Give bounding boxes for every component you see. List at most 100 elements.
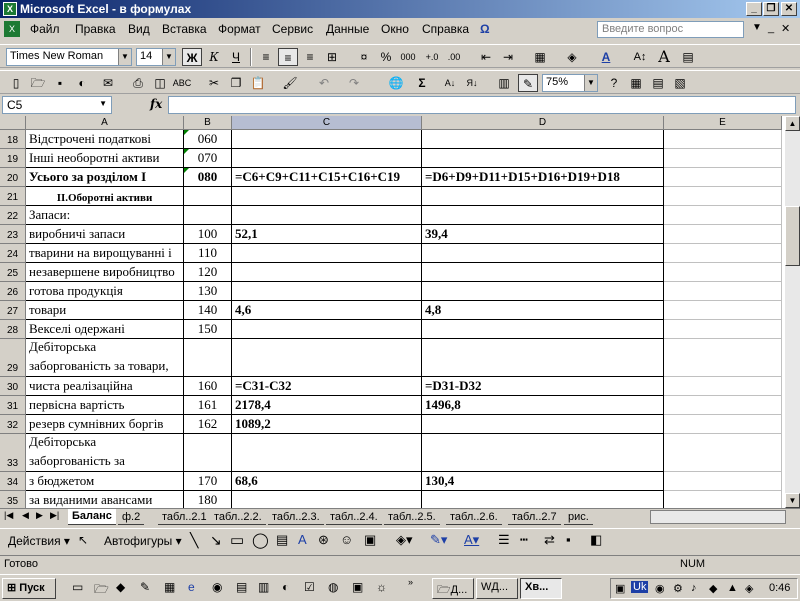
cell-e28[interactable] bbox=[664, 320, 782, 339]
font-color-icon[interactable]: A▾ bbox=[464, 532, 479, 548]
cell-a29[interactable]: Дебіторська заборгованість за товари, bbox=[26, 339, 184, 377]
cell-c22[interactable] bbox=[232, 206, 422, 225]
start-button[interactable]: ⊞ Пуск bbox=[2, 578, 56, 599]
format-painter-icon[interactable]: 🖌 bbox=[280, 74, 300, 92]
font-size-select[interactable]: 14 ▼ bbox=[136, 48, 176, 66]
spelling-icon[interactable]: ABC bbox=[172, 74, 192, 92]
spreadsheet-grid[interactable]: ABCDE 18 Відстрочені податкові 060 19 Інші н… bbox=[0, 116, 785, 508]
tab-last-icon[interactable]: ▶| bbox=[50, 510, 59, 521]
menu-tools[interactable]: Сервис bbox=[272, 22, 313, 36]
restore-button[interactable]: ❐ bbox=[763, 2, 779, 16]
app-icon[interactable]: ✎ bbox=[140, 580, 150, 594]
cell-c29[interactable] bbox=[232, 339, 422, 377]
row-header[interactable]: 28 bbox=[0, 320, 26, 339]
app-icon[interactable]: ☑ bbox=[304, 580, 315, 594]
vertical-scrollbar[interactable]: ▲ ▼ bbox=[785, 116, 800, 508]
sheet-tab[interactable]: рис. bbox=[564, 510, 593, 525]
line-color-icon[interactable]: ✎▾ bbox=[430, 532, 447, 548]
cell-e32[interactable] bbox=[664, 415, 782, 434]
grid-icon[interactable]: ▦ bbox=[626, 74, 646, 92]
menu-window[interactable]: Окно bbox=[381, 22, 409, 36]
show-desktop-icon[interactable]: ▭ bbox=[72, 580, 83, 594]
app-icon[interactable]: ◆ bbox=[116, 580, 125, 594]
cell-b32[interactable]: 162 bbox=[184, 415, 232, 434]
row-header[interactable]: 20 bbox=[0, 168, 26, 187]
ie-icon[interactable]: e bbox=[188, 580, 195, 594]
cell-c20[interactable]: =C6+C9+C11+C15+C16+C19 bbox=[232, 168, 422, 187]
row-header[interactable]: 32 bbox=[0, 415, 26, 434]
fill-color-icon[interactable]: ◈ bbox=[562, 48, 582, 66]
draw-actions-menu[interactable]: Действия ▾ bbox=[8, 534, 70, 548]
scroll-down-icon[interactable]: ▼ bbox=[785, 493, 800, 508]
cell-b30[interactable]: 160 bbox=[184, 377, 232, 396]
cell-d25[interactable] bbox=[422, 263, 664, 282]
app-icon[interactable]: ☼ bbox=[376, 580, 387, 594]
app-icon[interactable]: ▦ bbox=[164, 580, 175, 594]
chart-wizard-icon[interactable]: ▥ bbox=[494, 74, 514, 92]
cell-e19[interactable] bbox=[664, 149, 782, 168]
menu-edit[interactable]: Правка bbox=[75, 22, 116, 36]
fill-color-icon[interactable]: ◈▾ bbox=[396, 532, 413, 548]
app-icon[interactable]: ◐ bbox=[282, 580, 289, 594]
excel-icon[interactable]: X bbox=[3, 2, 17, 16]
tray-icon[interactable]: ⚙ bbox=[673, 582, 683, 595]
cell-b31[interactable]: 161 bbox=[184, 396, 232, 415]
cell-a27[interactable]: товари bbox=[26, 301, 184, 320]
cell-e21[interactable] bbox=[664, 187, 782, 206]
row-header[interactable]: 19 bbox=[0, 149, 26, 168]
cell-d19[interactable] bbox=[422, 149, 664, 168]
align-left-icon[interactable]: ≡ bbox=[256, 48, 276, 66]
shadow-icon[interactable]: ▪ bbox=[566, 532, 571, 547]
column-header-c[interactable]: C bbox=[232, 116, 422, 130]
calculator-icon[interactable]: ▤ bbox=[648, 74, 668, 92]
minimize-button[interactable]: _ bbox=[746, 2, 762, 16]
menu-file[interactable]: Файл bbox=[30, 22, 60, 36]
cell-d22[interactable] bbox=[422, 206, 664, 225]
cell-c35[interactable] bbox=[232, 491, 422, 508]
row-header[interactable]: 24 bbox=[0, 244, 26, 263]
cell-e18[interactable] bbox=[664, 130, 782, 149]
cell-c27[interactable]: 4,6 bbox=[232, 301, 422, 320]
formula-input[interactable] bbox=[168, 96, 796, 114]
sheet-tab[interactable]: ф.2 bbox=[118, 510, 145, 525]
merge-center-icon[interactable]: ⊞ bbox=[322, 48, 342, 66]
cell-b27[interactable]: 140 bbox=[184, 301, 232, 320]
cell-c18[interactable] bbox=[232, 130, 422, 149]
cell-d21[interactable] bbox=[422, 187, 664, 206]
cell-c28[interactable] bbox=[232, 320, 422, 339]
cell-d28[interactable] bbox=[422, 320, 664, 339]
cell-c34[interactable]: 68,6 bbox=[232, 472, 422, 491]
cell-b26[interactable]: 130 bbox=[184, 282, 232, 301]
cell-a31[interactable]: первісна вартість bbox=[26, 396, 184, 415]
format-cells-icon[interactable]: ▤ bbox=[678, 48, 698, 66]
new-icon[interactable]: ▯ bbox=[6, 74, 26, 92]
table-icon[interactable]: ▧ bbox=[670, 74, 690, 92]
cell-c21[interactable] bbox=[232, 187, 422, 206]
sort-asc-icon[interactable]: A↓ bbox=[440, 74, 460, 92]
increase-decimal-icon[interactable]: +.0 bbox=[422, 48, 442, 66]
cell-e27[interactable] bbox=[664, 301, 782, 320]
cell-b25[interactable]: 120 bbox=[184, 263, 232, 282]
font-color-button[interactable]: A bbox=[596, 48, 616, 66]
redo-icon[interactable]: ↷ bbox=[344, 74, 364, 92]
error-indicator-icon[interactable] bbox=[184, 130, 189, 135]
tab-next-icon[interactable]: ▶ bbox=[36, 510, 43, 521]
cell-c26[interactable] bbox=[232, 282, 422, 301]
cell-d30[interactable]: =D31-D32 bbox=[422, 377, 664, 396]
line-style-icon[interactable]: ☰ bbox=[498, 532, 510, 548]
row-header[interactable]: 23 bbox=[0, 225, 26, 244]
3d-icon[interactable]: ◧ bbox=[590, 532, 602, 548]
cell-d31[interactable]: 1496,8 bbox=[422, 396, 664, 415]
cell-d32[interactable] bbox=[422, 415, 664, 434]
explorer-icon[interactable]: 🗁 bbox=[94, 580, 109, 601]
cell-e31[interactable] bbox=[664, 396, 782, 415]
line-icon[interactable]: ╲ bbox=[190, 532, 198, 549]
sheet-tab[interactable]: табл..2.2. bbox=[210, 510, 266, 525]
app-icon[interactable]: ◍ bbox=[328, 580, 338, 594]
tab-first-icon[interactable]: |◀ bbox=[4, 510, 13, 521]
cell-a30[interactable]: чиста реалізаційна bbox=[26, 377, 184, 396]
cell-d33[interactable] bbox=[422, 434, 664, 472]
cell-a25[interactable]: незавершене виробництво bbox=[26, 263, 184, 282]
quicklaunch-more-icon[interactable]: » bbox=[408, 577, 413, 587]
clipart-icon[interactable]: ☺ bbox=[340, 532, 353, 547]
